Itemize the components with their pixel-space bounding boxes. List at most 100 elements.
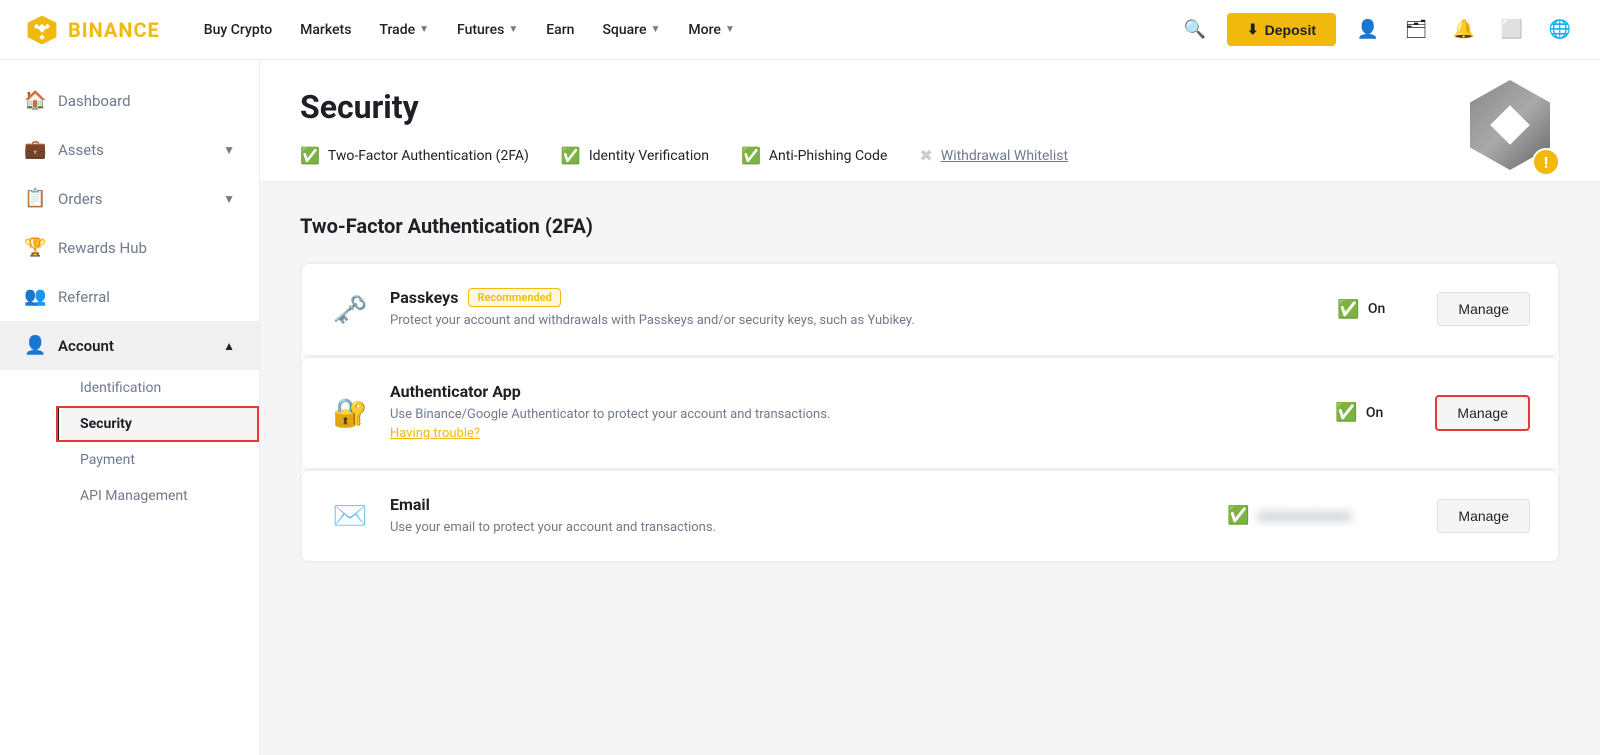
tab-2fa-label: Two-Factor Authentication (2FA) [328, 148, 529, 164]
sidebar-sub-item-identification[interactable]: Identification [56, 370, 259, 406]
check-icon-2fa: ✅ [300, 146, 320, 165]
sidebar-item-orders[interactable]: 📋 Orders ▼ [0, 174, 259, 223]
notifications-button[interactable]: 🔔 [1448, 14, 1480, 46]
tab-2fa[interactable]: ✅ Two-Factor Authentication (2FA) [300, 146, 529, 181]
sidebar-item-label: Referral [58, 288, 110, 306]
profile-button[interactable]: 👤 [1352, 14, 1384, 46]
authenticator-status-label: On [1366, 405, 1383, 421]
authenticator-body: Authenticator App Use Binance/Google Aut… [390, 382, 1315, 444]
account-submenu: Identification Security Payment API Mana… [0, 370, 259, 514]
authenticator-title: Authenticator App [390, 382, 1315, 401]
email-desc: Use your email to protect your account a… [390, 518, 1207, 538]
having-trouble-link[interactable]: Having trouble? [390, 426, 480, 441]
check-icon-antiphishing: ✅ [741, 146, 761, 165]
nav-links: Buy Crypto Markets Trade ▼ Futures ▼ Ear… [192, 14, 1179, 46]
language-button[interactable]: 🌐 [1544, 14, 1576, 46]
passkeys-icon: 🗝️ [330, 293, 370, 326]
sidebar-item-rewards-hub[interactable]: 🏆 Rewards Hub [0, 223, 259, 272]
security-tabs: ✅ Two-Factor Authentication (2FA) ✅ Iden… [300, 146, 1560, 181]
chevron-up-icon: ▲ [223, 339, 235, 353]
sidebar-sub-item-api-management[interactable]: API Management [56, 478, 259, 514]
authenticator-desc: Use Binance/Google Authenticator to prot… [390, 405, 1315, 444]
nav-markets[interactable]: Markets [288, 14, 363, 46]
email-icon: ✉️ [330, 499, 370, 532]
referral-icon: 👥 [24, 286, 46, 307]
logo[interactable]: BINANCE [24, 12, 160, 48]
sidebar-item-label: Assets [58, 141, 104, 159]
page-title: Security [300, 88, 1560, 126]
twofa-rows-container: 🗝️ Passkeys Recommended Protect your acc… [300, 262, 1560, 563]
sidebar-item-referral[interactable]: 👥 Referral [0, 272, 259, 321]
sidebar-item-label: Account [58, 337, 114, 355]
scan-button[interactable]: ⬜ [1496, 14, 1528, 46]
chevron-down-icon: ▼ [223, 192, 235, 206]
twofa-section-title: Two-Factor Authentication (2FA) [300, 214, 1560, 238]
nav-trade[interactable]: Trade ▼ [367, 14, 441, 46]
top-navigation: BINANCE Buy Crypto Markets Trade ▼ Futur… [0, 0, 1600, 60]
nav-earn[interactable]: Earn [534, 14, 586, 46]
twofa-row-email: ✉️ Email Use your email to protect your … [301, 470, 1559, 563]
nav-futures[interactable]: Futures ▼ [445, 14, 530, 46]
wallet-button[interactable]: 🗂 [1400, 14, 1432, 46]
email-status-icon: ✅ [1227, 505, 1249, 526]
nav-square[interactable]: Square ▼ [590, 14, 672, 46]
passkeys-status-icon: ✅ [1337, 299, 1359, 320]
email-value-blurred: ●●●●●●●●●●●● [1257, 508, 1417, 524]
tab-antiphishing[interactable]: ✅ Anti-Phishing Code [741, 146, 887, 181]
search-button[interactable]: 🔍 [1179, 14, 1211, 46]
twofa-row-authenticator: 🔐 Authenticator App Use Binance/Google A… [301, 357, 1559, 469]
sidebar-item-label: Rewards Hub [58, 239, 147, 257]
passkeys-status-label: On [1368, 301, 1385, 317]
passkeys-title: Passkeys Recommended [390, 288, 1317, 307]
account-icon: 👤 [24, 335, 46, 356]
email-body: Email Use your email to protect your acc… [390, 495, 1207, 538]
dashboard-icon: 🏠 [24, 90, 46, 111]
logo-text: BINANCE [68, 18, 160, 42]
main-content: Security ! ✅ Two-Factor Authentication (… [260, 60, 1600, 755]
tab-withdrawal-label[interactable]: Withdrawal Whitelist [941, 148, 1068, 164]
sidebar-item-assets[interactable]: 💼 Assets ▼ [0, 125, 259, 174]
sidebar-item-label: Orders [58, 190, 103, 208]
content-area: Two-Factor Authentication (2FA) 🗝️ Passk… [260, 182, 1600, 595]
assets-icon: 💼 [24, 139, 46, 160]
badge-diamond [1490, 105, 1530, 145]
authenticator-status-icon: ✅ [1335, 402, 1357, 423]
email-manage-button[interactable]: Manage [1437, 499, 1530, 533]
sidebar-sub-item-payment[interactable]: Payment [56, 442, 259, 478]
tab-antiphishing-label: Anti-Phishing Code [769, 148, 888, 164]
nav-more[interactable]: More ▼ [676, 14, 746, 46]
page-header: Security ! ✅ Two-Factor Authentication (… [260, 60, 1600, 182]
twofa-row-passkeys: 🗝️ Passkeys Recommended Protect your acc… [301, 263, 1559, 356]
check-icon-withdrawal: ✖ [919, 146, 932, 165]
sidebar-item-account[interactable]: 👤 Account ▲ [0, 321, 259, 370]
chevron-down-icon: ▼ [223, 143, 235, 157]
topnav-actions: 🔍 ⬇ Deposit 👤 🗂 🔔 ⬜ 🌐 [1179, 13, 1576, 46]
authenticator-manage-button[interactable]: Manage [1435, 395, 1530, 431]
authenticator-status: ✅ On [1335, 402, 1415, 423]
tab-identity-label: Identity Verification [589, 148, 709, 164]
passkeys-body: Passkeys Recommended Protect your accoun… [390, 288, 1317, 331]
tab-withdrawal[interactable]: ✖ Withdrawal Whitelist [919, 146, 1068, 181]
authenticator-icon: 🔐 [330, 396, 370, 429]
nav-buy-crypto[interactable]: Buy Crypto [192, 14, 284, 46]
app-layout: 🏠 Dashboard 💼 Assets ▼ 📋 Orders ▼ 🏆 Rewa… [0, 60, 1600, 755]
sidebar-item-label: Dashboard [58, 92, 131, 110]
binance-logo-icon [24, 12, 60, 48]
check-icon-identity: ✅ [561, 146, 581, 165]
email-status: ✅ ●●●●●●●●●●●● [1227, 505, 1417, 526]
rewards-icon: 🏆 [24, 237, 46, 258]
passkeys-desc: Protect your account and withdrawals wit… [390, 311, 1317, 331]
sidebar-item-dashboard[interactable]: 🏠 Dashboard [0, 76, 259, 125]
badge-warning-icon: ! [1532, 148, 1560, 176]
sidebar-sub-item-security[interactable]: Security [56, 406, 259, 442]
deposit-button[interactable]: ⬇ Deposit [1227, 13, 1336, 46]
passkeys-manage-button[interactable]: Manage [1437, 292, 1530, 326]
passkeys-status: ✅ On [1337, 299, 1417, 320]
tab-identity[interactable]: ✅ Identity Verification [561, 146, 709, 181]
email-title: Email [390, 495, 1207, 514]
deposit-icon: ⬇ [1247, 21, 1259, 38]
sidebar: 🏠 Dashboard 💼 Assets ▼ 📋 Orders ▼ 🏆 Rewa… [0, 60, 260, 755]
recommended-badge: Recommended [468, 288, 560, 307]
security-badge: ! [1470, 80, 1560, 180]
orders-icon: 📋 [24, 188, 46, 209]
